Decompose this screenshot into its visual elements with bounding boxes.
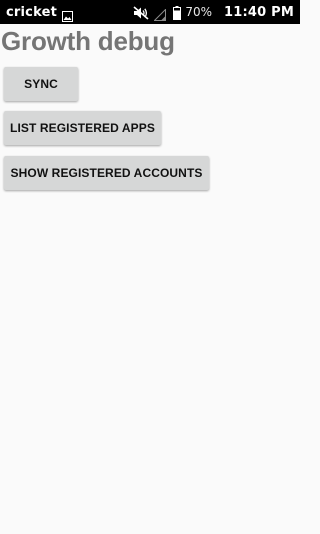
sync-button[interactable]: SYNC — [4, 67, 78, 101]
show-registered-accounts-button[interactable]: SHOW REGISTERED ACCOUNTS — [4, 156, 209, 190]
gallery-icon — [62, 7, 74, 22]
mute-icon — [133, 5, 149, 20]
carrier-name: cricket — [6, 4, 58, 20]
signal-icon — [153, 6, 167, 21]
clock: 11:40 PM — [224, 4, 294, 20]
status-icons: 70% 11:40 PM — [133, 4, 294, 21]
battery-percentage: 70% — [185, 5, 213, 19]
battery-icon — [173, 5, 182, 20]
page-title: Growth debug — [1, 26, 175, 56]
list-registered-apps-button[interactable]: LIST REGISTERED APPS — [4, 111, 161, 145]
status-bar: cricket 70% 11:40 PM — [0, 0, 300, 24]
